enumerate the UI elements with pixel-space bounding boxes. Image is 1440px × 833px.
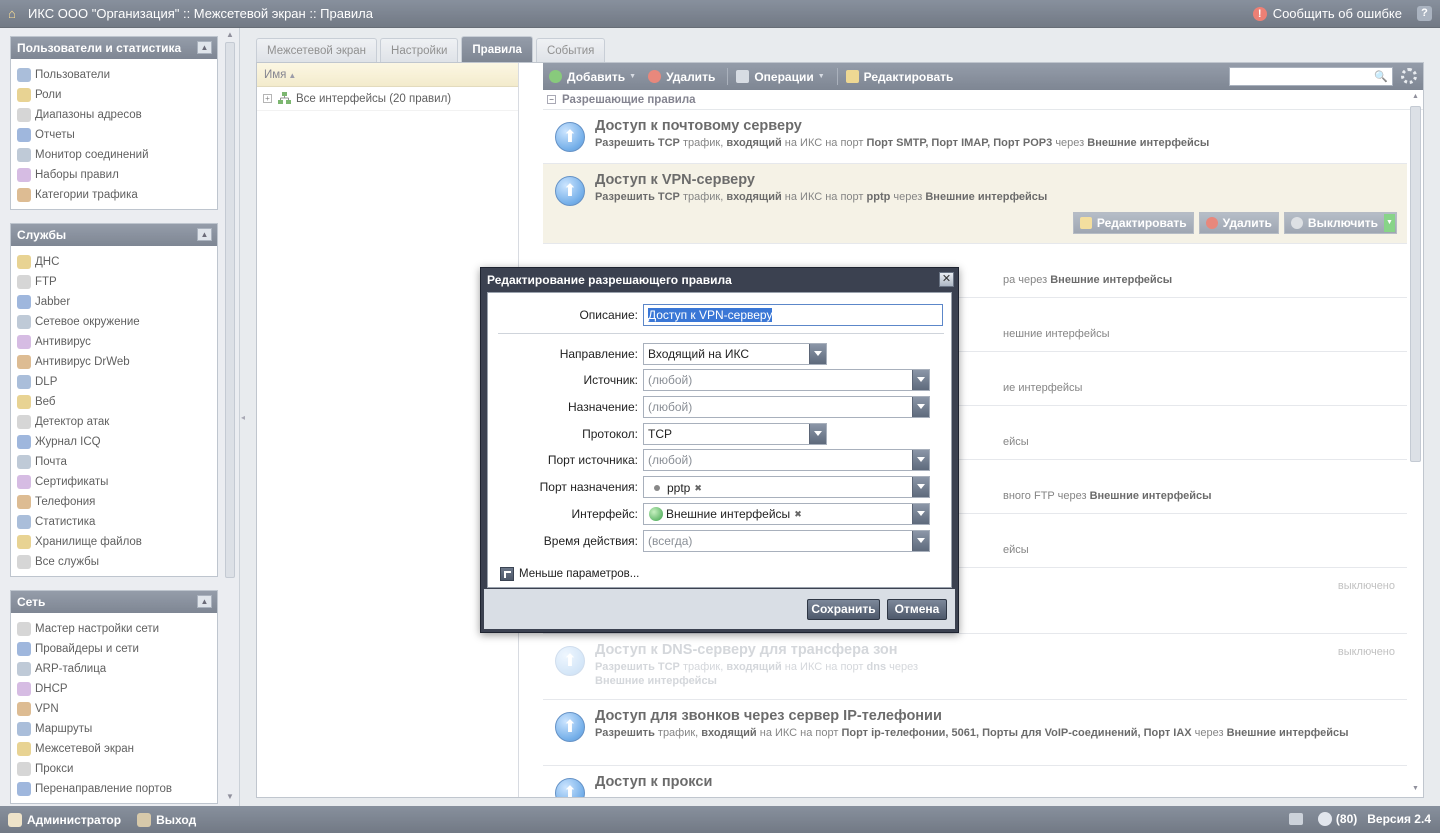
description-input[interactable]: Доступ к VPN-серверу bbox=[643, 304, 943, 326]
time-placeholder: (всегда) bbox=[648, 534, 693, 548]
less-params-label: Меньше параметров... bbox=[519, 568, 640, 580]
src-port-row: Порт источника: (любой) bbox=[488, 449, 953, 471]
close-icon[interactable]: ✕ bbox=[939, 272, 954, 287]
src-port-label: Порт источника: bbox=[547, 453, 638, 467]
protocol-row: Протокол: TCP bbox=[488, 423, 953, 445]
dst-port-select[interactable]: pptp ✖ bbox=[643, 476, 930, 498]
cancel-button[interactable]: Отмена bbox=[887, 599, 947, 620]
chevron-down-icon[interactable] bbox=[912, 504, 929, 524]
destination-row: Назначение: (любой) bbox=[488, 396, 953, 418]
remove-chip-icon[interactable]: ✖ bbox=[694, 478, 702, 498]
remove-chip-icon[interactable]: ✖ bbox=[794, 504, 802, 524]
chevron-down-icon[interactable] bbox=[912, 477, 929, 497]
chevron-down-icon[interactable] bbox=[912, 531, 929, 551]
description-row: Описание: Доступ к VPN-серверу bbox=[488, 304, 953, 326]
protocol-value: TCP bbox=[648, 427, 672, 441]
destination-placeholder: (любой) bbox=[648, 400, 693, 414]
time-select[interactable]: (всегда) bbox=[643, 530, 930, 552]
port-icon bbox=[654, 485, 660, 491]
dialog-footer: Сохранить Отмена bbox=[484, 589, 955, 629]
direction-select[interactable]: Входящий на ИКС bbox=[643, 343, 827, 365]
port-chip: pptp ✖ bbox=[648, 480, 705, 496]
destination-select[interactable]: (любой) bbox=[643, 396, 930, 418]
collapse-arrow-icon bbox=[500, 567, 514, 581]
dialog-title: Редактирование разрешающего правила ✕ bbox=[484, 271, 955, 289]
direction-label: Направление: bbox=[559, 347, 638, 361]
interface-label: Интерфейс: bbox=[571, 507, 638, 521]
interface-chip-label: Внешние интерфейсы bbox=[666, 507, 791, 521]
source-label: Источник: bbox=[583, 373, 638, 387]
src-port-placeholder: (любой) bbox=[648, 453, 693, 467]
chevron-down-icon[interactable] bbox=[809, 344, 826, 364]
source-select[interactable]: (любой) bbox=[643, 369, 930, 391]
direction-row: Направление: Входящий на ИКС bbox=[488, 343, 953, 365]
source-row: Источник: (любой) bbox=[488, 369, 953, 391]
destination-label: Назначение: bbox=[567, 400, 638, 414]
protocol-label: Протокол: bbox=[582, 427, 638, 441]
edit-rule-dialog: Редактирование разрешающего правила ✕ Опи… bbox=[480, 267, 959, 633]
chevron-down-icon[interactable] bbox=[912, 450, 929, 470]
divider bbox=[498, 333, 944, 334]
save-button[interactable]: Сохранить bbox=[807, 599, 880, 620]
description-value: Доступ к VPN-серверу bbox=[648, 308, 773, 322]
less-params-button[interactable]: Меньше параметров... bbox=[500, 567, 639, 581]
interface-select[interactable]: Внешние интерфейсы ✖ bbox=[643, 503, 930, 525]
chevron-down-icon[interactable] bbox=[912, 397, 929, 417]
source-placeholder: (любой) bbox=[648, 373, 693, 387]
dialog-title-text: Редактирование разрешающего правила bbox=[487, 273, 732, 287]
dst-port-row: Порт назначения: pptp ✖ bbox=[488, 476, 953, 498]
direction-value: Входящий на ИКС bbox=[648, 347, 750, 361]
time-row: Время действия: (всегда) bbox=[488, 530, 953, 552]
description-label: Описание: bbox=[579, 308, 638, 322]
src-port-select[interactable]: (любой) bbox=[643, 449, 930, 471]
globe-icon bbox=[649, 507, 663, 521]
protocol-select[interactable]: TCP bbox=[643, 423, 827, 445]
time-label: Время действия: bbox=[543, 534, 638, 548]
dst-port-label: Порт назначения: bbox=[539, 480, 638, 494]
interface-chip: Внешние интерфейсы ✖ bbox=[646, 506, 805, 522]
interface-row: Интерфейс: Внешние интерфейсы ✖ bbox=[488, 503, 953, 525]
chevron-down-icon[interactable] bbox=[912, 370, 929, 390]
port-chip-label: pptp bbox=[667, 481, 691, 495]
chevron-down-icon[interactable] bbox=[809, 424, 826, 444]
dialog-body: Описание: Доступ к VPN-серверу Направлен… bbox=[487, 292, 952, 588]
